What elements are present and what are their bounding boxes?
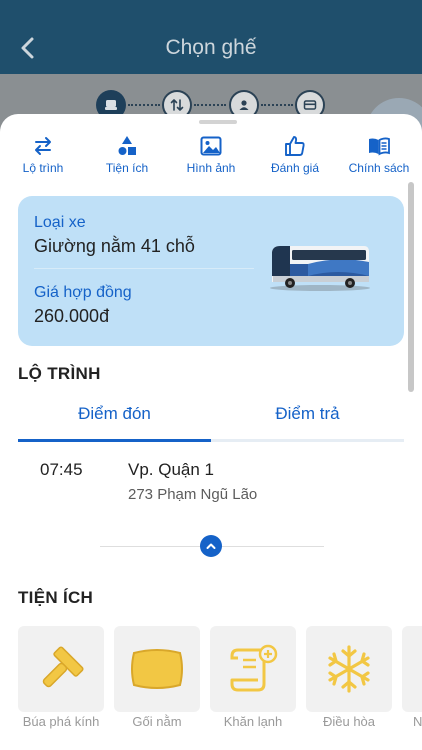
amenity-label: Gối nằm	[132, 714, 182, 729]
scrollbar[interactable]	[408, 182, 414, 392]
tab-diem-tra[interactable]: Điểm trả	[211, 404, 404, 424]
pillow-icon	[131, 649, 183, 689]
snowflake-icon	[328, 645, 370, 693]
route-tabs: Điểm đón Điểm trả	[18, 396, 404, 444]
tab-label: Đánh giá	[270, 161, 320, 175]
price-label: Giá hợp đồng	[34, 284, 132, 301]
sheet-drag-handle[interactable]	[199, 120, 237, 124]
collapse-button[interactable]	[200, 535, 222, 557]
amenities-section-title: TIỆN ÍCH	[18, 588, 94, 607]
tab-indicator	[18, 439, 211, 442]
price-value: 260.000đ	[34, 306, 110, 326]
app-header: Chọn ghế	[0, 0, 422, 74]
image-icon	[200, 136, 222, 156]
route-section-title: LỘ TRÌNH	[18, 364, 101, 383]
hammer-icon	[42, 646, 84, 688]
amenity-card[interactable]	[306, 626, 392, 712]
stop-time: 07:45	[40, 460, 83, 479]
amenity-card[interactable]	[18, 626, 104, 712]
tab-lo-trinh[interactable]: Lộ trình	[2, 134, 84, 175]
towel-icon	[230, 644, 278, 692]
amenity-card[interactable]	[114, 626, 200, 712]
vehicle-type-value: Giường nằm 41 chỗ	[34, 236, 195, 256]
detail-tabs: Lộ trình Tiện ích Hình ảnh Đánh giá Chín…	[0, 134, 422, 178]
screen: Chọn ghế Lộ trình Tiện ích Hình ảnh Đánh…	[0, 0, 422, 750]
tab-label: Hình ảnh	[186, 161, 236, 175]
step-connector	[128, 104, 160, 106]
tab-diem-don[interactable]: Điểm đón	[18, 404, 211, 424]
stop-name: Vp. Quận 1	[128, 460, 215, 479]
amenity-label: Búa phá kính	[22, 714, 100, 729]
tab-hinh-anh[interactable]: Hình ảnh	[170, 134, 252, 175]
amenity-label: N	[413, 714, 422, 729]
step-connector	[194, 104, 226, 106]
amenity-label: Điều hòa	[322, 714, 376, 729]
trip-detail-sheet: Lộ trình Tiện ích Hình ảnh Đánh giá Chín…	[0, 114, 422, 750]
book-icon	[369, 137, 390, 156]
tab-chinh-sach[interactable]: Chính sách	[338, 134, 420, 175]
tab-danh-gia[interactable]: Đánh giá	[254, 134, 336, 175]
bus-image	[270, 246, 370, 291]
stop-address: 273 Phạm Ngũ Lão	[128, 486, 258, 503]
step-connector	[261, 104, 293, 106]
vehicle-type-label: Loại xe	[34, 214, 86, 231]
tab-tien-ich[interactable]: Tiện ích	[86, 134, 168, 175]
amenity-card[interactable]	[210, 626, 296, 712]
amenity-card[interactable]	[402, 626, 422, 712]
vehicle-info-card: Loại xe Giường nằm 41 chỗ Giá hợp đồng 2…	[18, 196, 404, 346]
thumbs-up-icon	[285, 136, 305, 156]
swap-arrows-icon	[35, 137, 51, 155]
chevron-up-icon	[206, 543, 216, 549]
amenity-label: Khăn lạnh	[223, 714, 283, 729]
page-title: Chọn ghế	[165, 36, 257, 59]
tab-label: Lộ trình	[22, 161, 64, 175]
tab-label: Chính sách	[348, 161, 410, 175]
card-divider	[34, 268, 254, 269]
tab-label: Tiện ích	[105, 161, 149, 175]
shapes-icon	[118, 136, 136, 155]
